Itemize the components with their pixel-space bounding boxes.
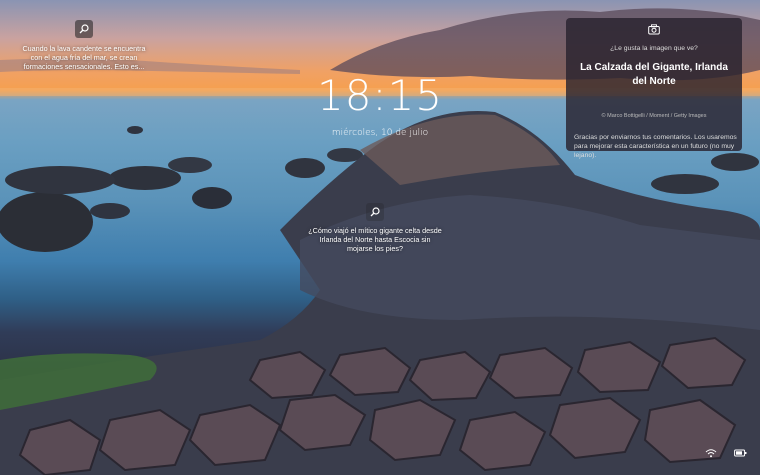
image-title[interactable]: La Calzada del Gigante, Irlanda del Nort…	[574, 61, 734, 89]
search-lens-icon	[79, 24, 89, 34]
center-hint-search-button[interactable]	[366, 203, 384, 221]
battery-icon[interactable]	[734, 448, 747, 458]
camera-icon[interactable]	[648, 24, 660, 35]
search-lens-icon	[370, 207, 380, 217]
image-credit: © Marco Bottigelli / Moment / Getty Imag…	[601, 113, 707, 119]
feedback-question: ¿Le gusta la imagen que ve?	[610, 45, 698, 52]
top-left-hint-text[interactable]: Cuando la lava candente se encuentra con…	[18, 44, 150, 71]
hint-search-button[interactable]	[75, 20, 93, 38]
center-hint-text[interactable]: ¿Cómo viajó el mítico gigante celta desd…	[308, 226, 442, 253]
wifi-icon[interactable]	[705, 448, 717, 458]
spotlight-feedback-card: ¿Le gusta la imagen que ve? La Calzada d…	[566, 18, 742, 159]
feedback-thanks-text: Gracias por enviarnos tus comentarios. L…	[574, 134, 737, 159]
